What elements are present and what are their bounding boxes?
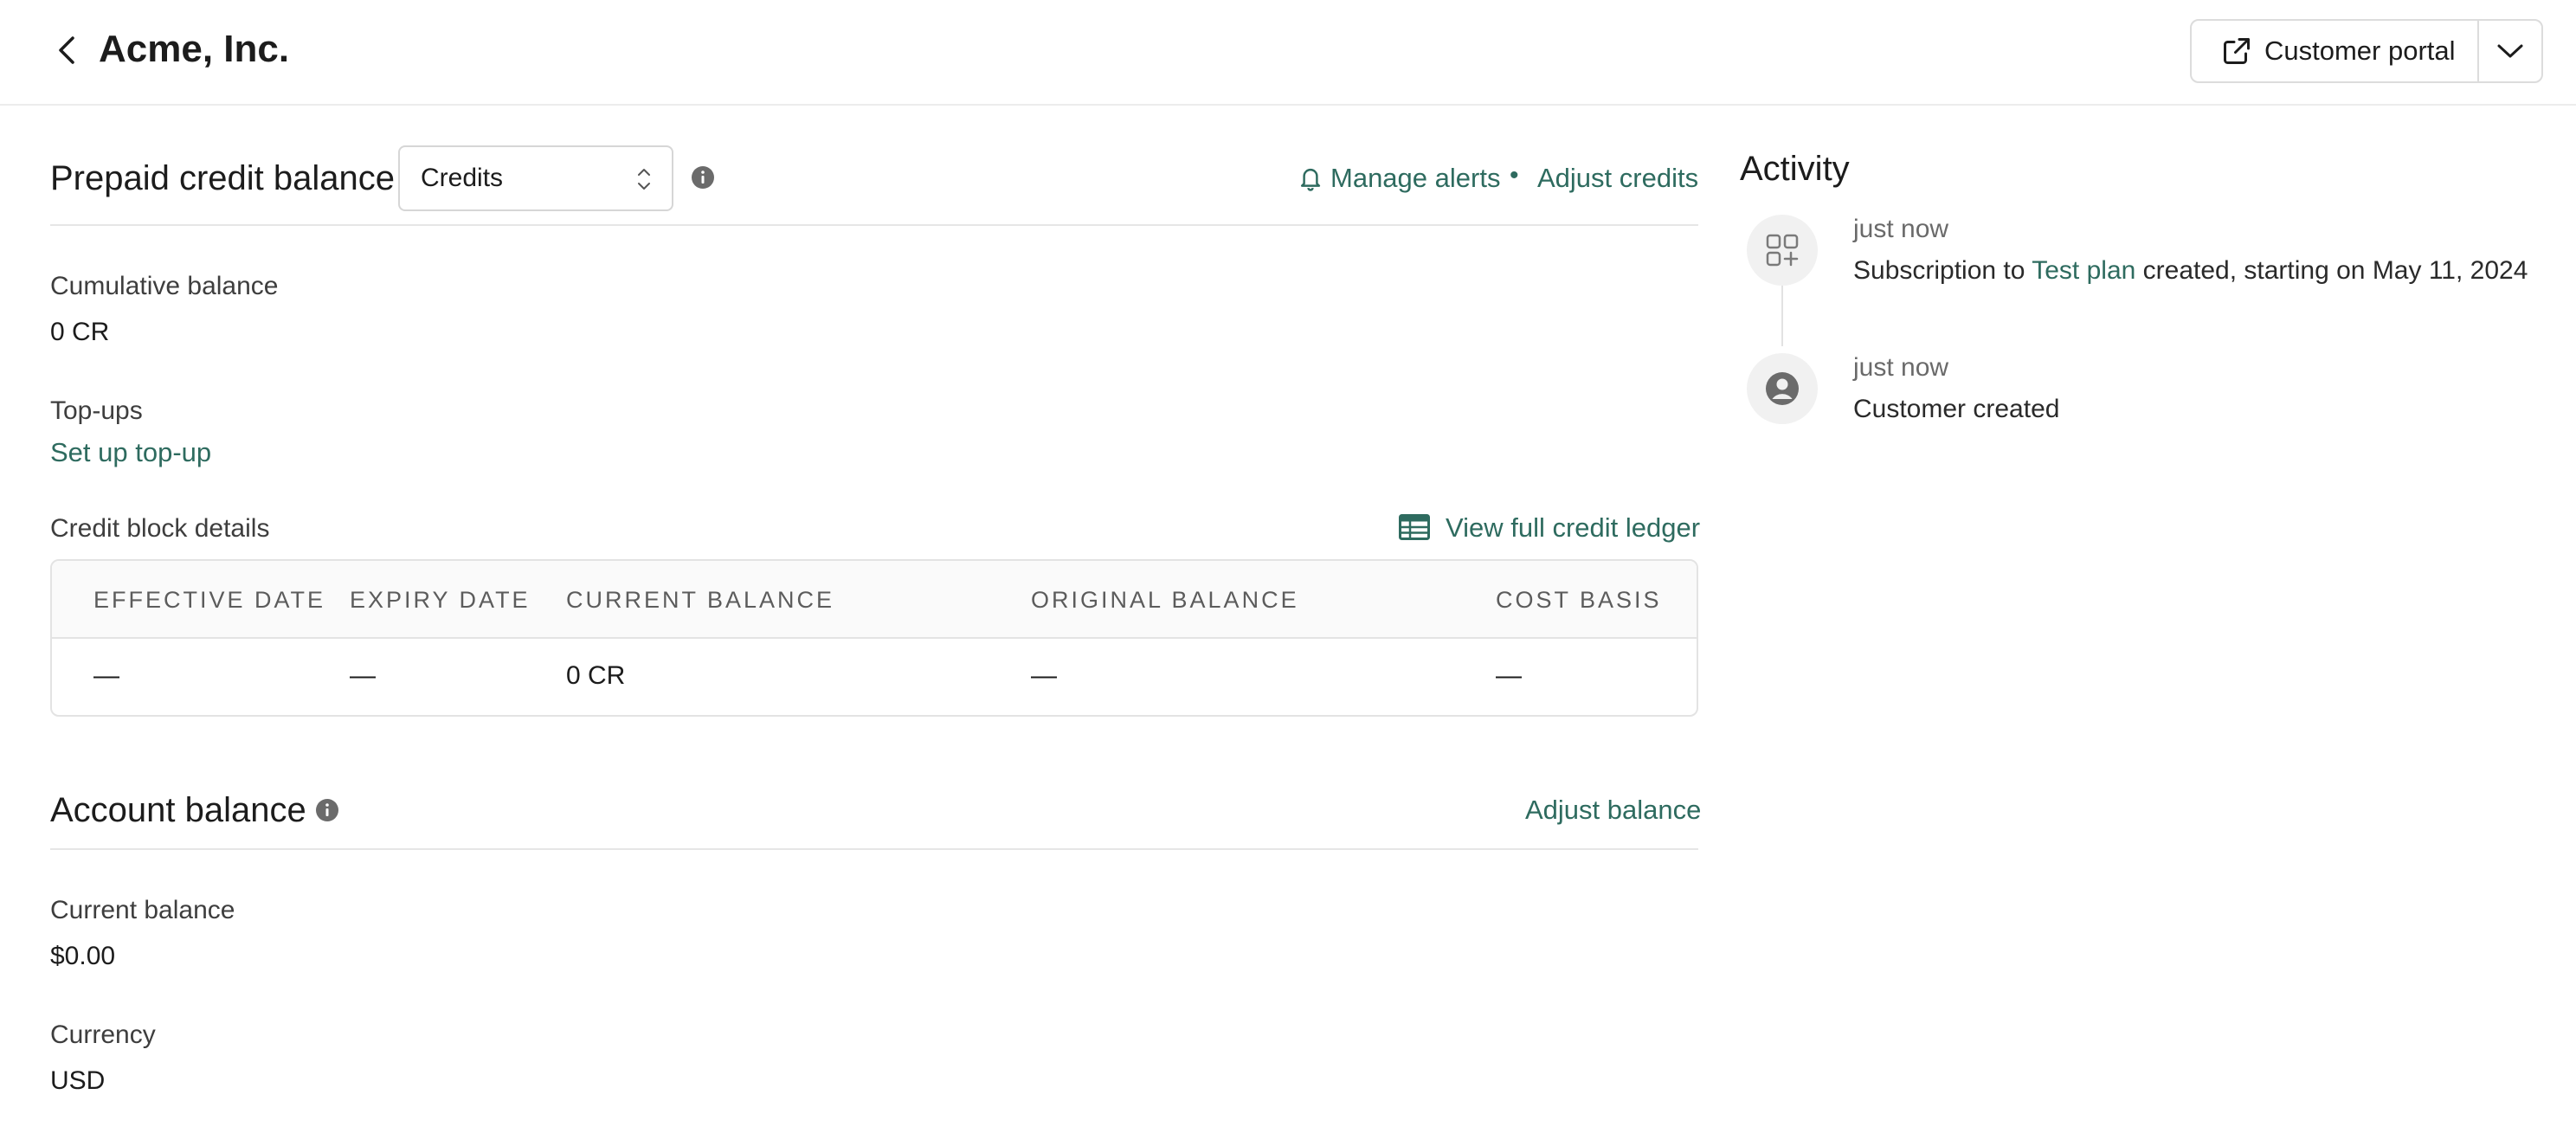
adjust-balance-link[interactable]: Adjust balance [1525,795,1701,826]
table-cell: — [350,661,376,690]
portal-dropdown-button[interactable] [2479,21,2541,81]
external-link-icon [2224,38,2250,64]
customer-portal-label: Customer portal [2264,35,2456,66]
activity-timestamp: just now [1853,215,1949,243]
bell-icon [1300,168,1321,191]
credit-unit-select-value: Credits [421,164,504,192]
select-arrows-icon [638,169,650,190]
current-balance-label: Current balance [50,896,235,924]
activity-description: Customer created [1853,395,2060,423]
page-header: Acme, Inc. Customer portal [0,0,2576,106]
set-up-topup-link[interactable]: Set up top-up [50,437,211,468]
page-title: Acme, Inc. [99,28,290,70]
credit-block-table: EFFECTIVE DATE EXPIRY DATE CURRENT BALAN… [50,559,1698,717]
activity-title: Activity [1740,150,1850,188]
activity-connector [1781,286,1783,346]
cumulative-balance-label: Cumulative balance [50,272,279,300]
user-icon [1766,372,1799,405]
table-icon [1399,514,1430,540]
activity-item-icon [1747,215,1818,286]
activity-item-icon [1747,353,1818,424]
table-cell: 0 CR [566,661,626,690]
customer-portal-button[interactable]: Customer portal [2192,21,2479,81]
table-header-row: EFFECTIVE DATE EXPIRY DATE CURRENT BALAN… [52,561,1697,639]
link-separator: • [1510,161,1519,190]
current-balance-value: $0.00 [50,942,116,970]
chevron-down-icon [2497,44,2523,58]
back-arrow-icon[interactable] [52,33,83,68]
table-cell: — [1031,661,1057,690]
cumulative-balance-value: 0 CR [50,318,110,346]
view-full-credit-ledger-link[interactable]: View full credit ledger [1446,512,1700,544]
column-header: ORIGINAL BALANCE [1031,587,1299,613]
manage-alerts-link[interactable]: Manage alerts [1330,163,1500,194]
info-icon[interactable] [691,165,715,190]
activity-timestamp: just now [1853,353,1949,382]
credit-block-details-label: Credit block details [50,514,270,543]
currency-value: USD [50,1066,106,1095]
column-header: EXPIRY DATE [350,587,531,613]
activity-text: Subscription to [1853,256,2032,285]
test-plan-link[interactable]: Test plan [2032,256,2135,285]
column-header: EFFECTIVE DATE [93,587,326,613]
prepaid-credit-balance-title: Prepaid credit balance [50,159,396,197]
currency-label: Currency [50,1020,156,1049]
subscription-icon [1766,234,1799,267]
customer-portal-button-group: Customer portal [2190,19,2543,83]
divider [50,848,1698,850]
divider [50,224,1698,226]
adjust-credits-link[interactable]: Adjust credits [1537,163,1698,194]
table-cell: — [93,661,119,690]
activity-text: created, starting on May 11, 2024 [2135,256,2528,285]
topups-label: Top-ups [50,396,143,425]
info-icon[interactable] [315,798,339,822]
column-header: CURRENT BALANCE [566,587,835,613]
activity-description: Subscription to Test plan created, start… [1853,256,2528,286]
credit-unit-select[interactable]: Credits [398,145,673,211]
column-header: COST BASIS [1496,587,1662,613]
account-balance-title: Account balance [50,791,306,829]
table-cell: — [1496,661,1522,690]
